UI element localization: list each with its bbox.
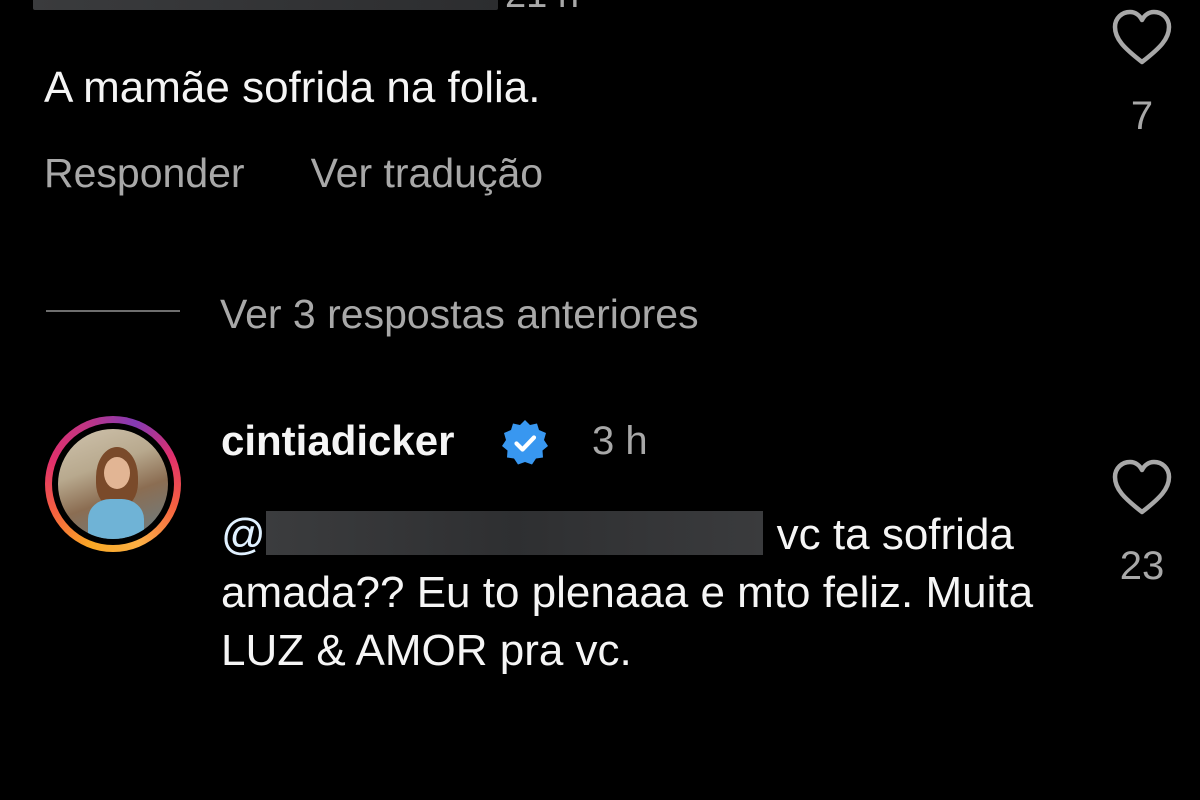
see-translation-button[interactable]: Ver tradução [311,150,544,196]
heart-icon[interactable] [1110,458,1174,518]
verified-badge-icon [502,420,548,465]
redacted-mention [265,511,763,555]
profile-photo [58,429,168,539]
replies-divider [46,310,180,312]
avatar[interactable] [45,416,181,552]
reply-timestamp: 3 h [592,419,648,463]
heart-icon[interactable] [1110,8,1174,68]
view-previous-replies-button[interactable]: Ver 3 respostas anteriores [220,286,699,342]
comment-text: A mamãe sofrida na folia. [44,63,541,112]
like-count: 23 [1119,544,1165,588]
mention-prefix[interactable]: @ [221,510,266,559]
reply-text: @ vc ta sofrida amada?? Eu to plenaaa e m… [221,506,1081,680]
comment-actions: Responder Ver tradução [44,145,543,201]
redacted-username [33,0,498,10]
like-count: 7 [1130,94,1154,138]
reply-button[interactable]: Responder [44,150,245,196]
comment-timestamp: 21 h [505,0,579,14]
reply-username[interactable]: cintiadicker [221,412,454,470]
